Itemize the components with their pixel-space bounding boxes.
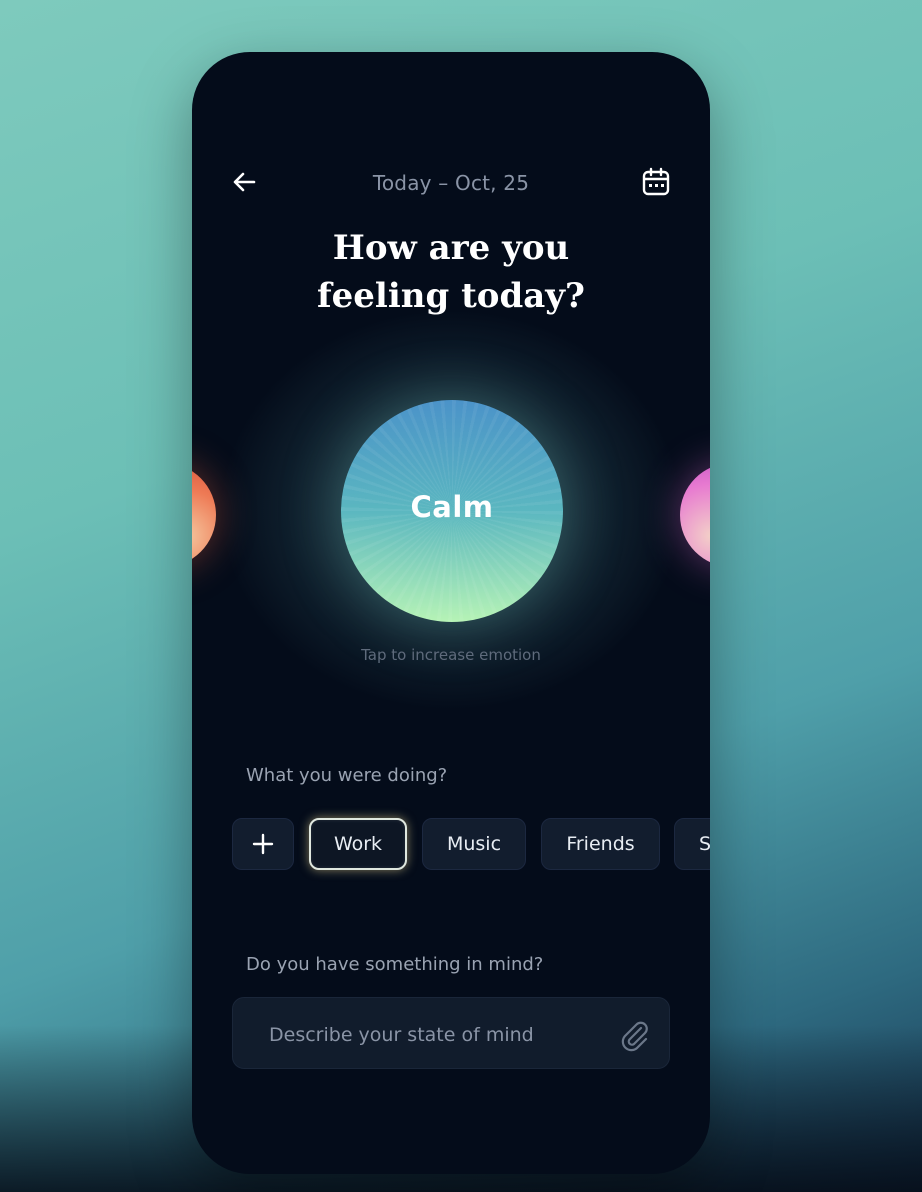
chip-music[interactable]: Music — [422, 818, 526, 870]
notes-input[interactable] — [267, 998, 601, 1072]
chip-friends[interactable]: Friends — [541, 818, 660, 870]
emotion-hint: Tap to increase emotion — [361, 646, 541, 664]
emotion-orb-next[interactable] — [680, 463, 710, 567]
chip-partial[interactable]: S — [674, 818, 710, 870]
attach-button[interactable] — [617, 1016, 651, 1052]
calendar-icon — [642, 167, 670, 196]
date-label: Today – Oct, 25 — [372, 171, 530, 195]
emotion-orb-previous[interactable] — [192, 463, 216, 567]
activity-chips: Work Music Friends S — [232, 818, 710, 870]
paperclip-icon — [621, 1021, 648, 1052]
emotion-orb-current[interactable]: Calm — [341, 400, 563, 622]
notes-label: Do you have something in mind? — [246, 954, 544, 975]
notes-field — [232, 997, 670, 1072]
emotion-label: Calm — [410, 490, 494, 524]
top-bar: Today – Oct, 25 — [192, 160, 710, 204]
page-title: How are you feeling today? — [192, 224, 710, 320]
activities-label: What you were doing? — [246, 765, 448, 786]
calendar-button[interactable] — [640, 166, 672, 198]
phone-screen: Today – Oct, 25 How are you feeling toda… — [192, 52, 710, 1174]
plus-icon — [252, 833, 274, 855]
chip-work[interactable]: Work — [309, 818, 407, 870]
add-activity-button[interactable] — [232, 818, 294, 870]
title-line-1: How are you — [332, 228, 570, 268]
